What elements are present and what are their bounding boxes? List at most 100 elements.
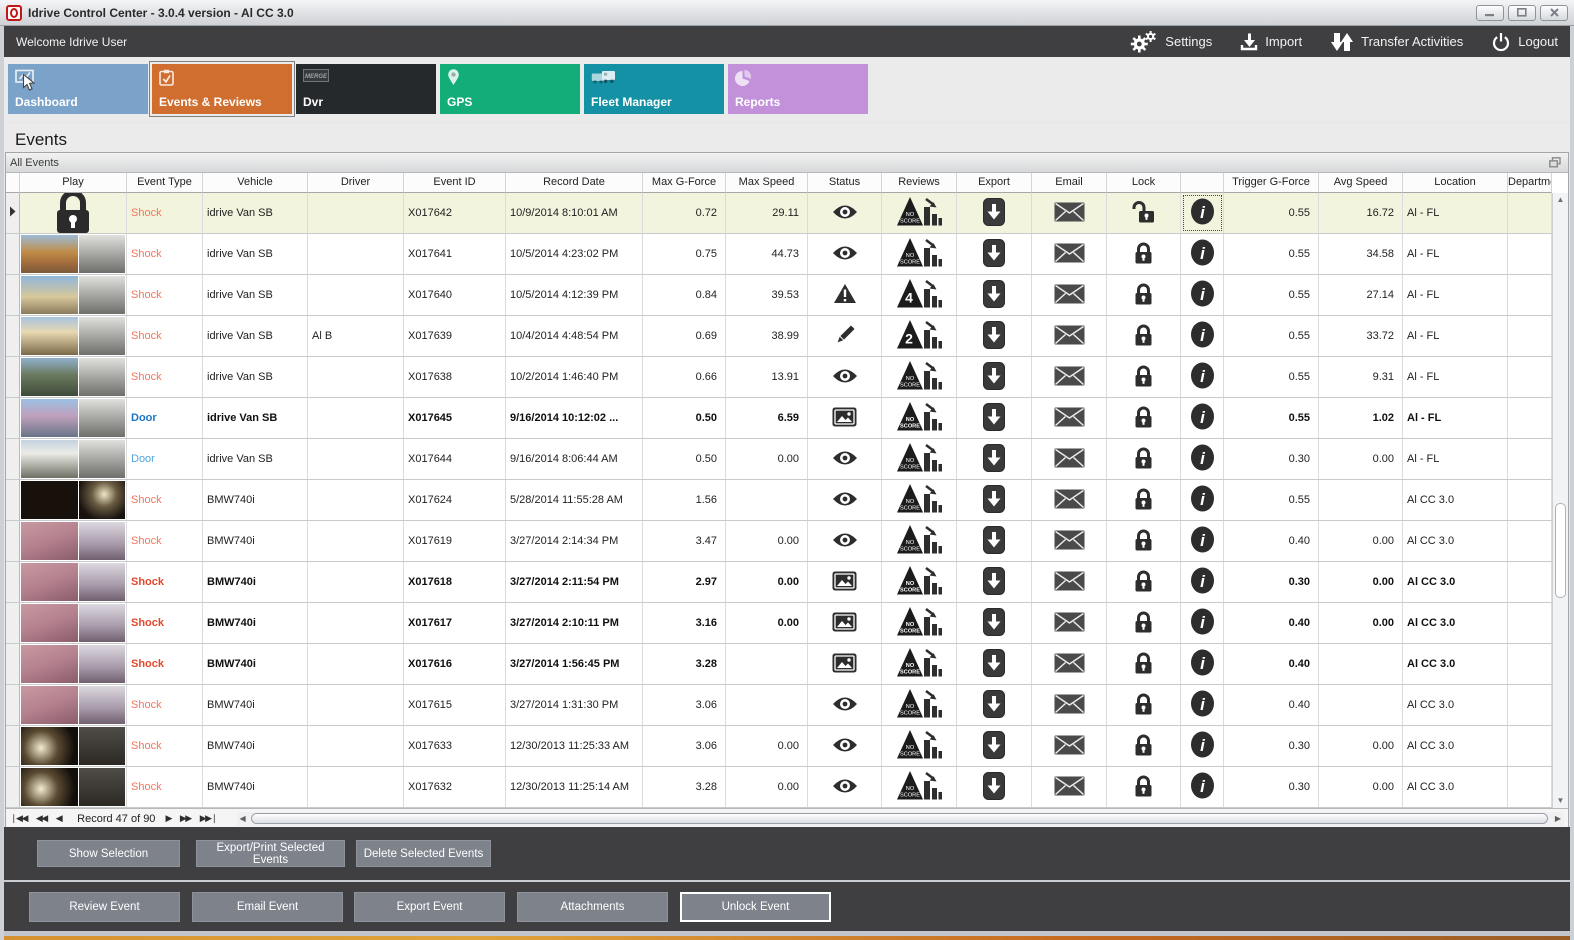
- info-cell[interactable]: i: [1181, 193, 1224, 233]
- info-cell[interactable]: i: [1181, 562, 1224, 602]
- reviews-cell[interactable]: NO SCORE: [882, 193, 957, 233]
- lock-cell[interactable]: [1107, 193, 1181, 233]
- play-cell[interactable]: [20, 685, 127, 725]
- row-selector[interactable]: [6, 562, 20, 602]
- lock-cell[interactable]: [1107, 726, 1181, 766]
- lock-cell[interactable]: [1107, 685, 1181, 725]
- export-cell[interactable]: [957, 521, 1032, 561]
- column-header-export[interactable]: Export: [957, 173, 1032, 193]
- attachments-button[interactable]: Attachments: [517, 892, 668, 922]
- horizontal-scrollbar-thumb[interactable]: [250, 812, 1548, 824]
- show-selection-button[interactable]: Show Selection: [37, 840, 180, 867]
- lock-cell[interactable]: [1107, 603, 1181, 643]
- column-header-max_speed[interactable]: Max Speed: [726, 173, 808, 193]
- maximize-button[interactable]: [1508, 4, 1536, 21]
- event-thumbnail[interactable]: [21, 645, 125, 683]
- info-cell[interactable]: i: [1181, 275, 1224, 315]
- column-header-department[interactable]: Department: [1508, 173, 1552, 193]
- vertical-scrollbar[interactable]: ▲ ▼: [1552, 193, 1568, 808]
- export-cell[interactable]: [957, 603, 1032, 643]
- lock-cell[interactable]: [1107, 357, 1181, 397]
- row-selector[interactable]: [6, 726, 20, 766]
- table-row[interactable]: Shock idrive Van SB X017638 10/2/2014 1:46:…: [6, 357, 1568, 398]
- row-selector[interactable]: [6, 603, 20, 643]
- column-header-status[interactable]: Status: [808, 173, 882, 193]
- column-header-email[interactable]: Email: [1032, 173, 1107, 193]
- review-event-button[interactable]: Review Event: [29, 892, 180, 922]
- info-cell[interactable]: i: [1181, 767, 1224, 807]
- reviews-cell[interactable]: NO SCORE: [882, 521, 957, 561]
- table-row[interactable]: Shock BMW740i X017615 3/27/2014 1:31:30 PM 3…: [6, 685, 1568, 726]
- event-thumbnail[interactable]: [21, 727, 125, 765]
- export-cell[interactable]: [957, 234, 1032, 274]
- row-selector[interactable]: [6, 275, 20, 315]
- column-header-location[interactable]: Location: [1403, 173, 1508, 193]
- tile-fleet-manager[interactable]: Fleet Manager: [584, 64, 724, 114]
- column-header-event_id[interactable]: Event ID: [404, 173, 506, 193]
- tile-events-reviews[interactable]: Events & Reviews: [149, 61, 295, 117]
- export-cell[interactable]: [957, 316, 1032, 356]
- play-cell[interactable]: [20, 439, 127, 479]
- play-cell[interactable]: [20, 726, 127, 766]
- lock-cell[interactable]: [1107, 767, 1181, 807]
- tile-dashboard[interactable]: Dashboard: [8, 64, 148, 114]
- info-cell[interactable]: i: [1181, 357, 1224, 397]
- scroll-right-icon[interactable]: ▶: [1552, 812, 1564, 826]
- info-cell[interactable]: i: [1181, 398, 1224, 438]
- play-cell[interactable]: [20, 644, 127, 684]
- play-cell[interactable]: [20, 275, 127, 315]
- column-header-info[interactable]: [1181, 173, 1224, 193]
- column-header-reviews[interactable]: Reviews: [882, 173, 957, 193]
- event-thumbnail[interactable]: [21, 440, 125, 478]
- close-button[interactable]: [1540, 4, 1568, 21]
- export-cell[interactable]: [957, 685, 1032, 725]
- row-selector[interactable]: [6, 521, 20, 561]
- export-cell[interactable]: [957, 398, 1032, 438]
- lock-cell[interactable]: [1107, 316, 1181, 356]
- row-selector[interactable]: [6, 644, 20, 684]
- minimize-button[interactable]: [1476, 4, 1504, 21]
- event-thumbnail[interactable]: [21, 358, 125, 396]
- play-cell[interactable]: [20, 562, 127, 602]
- tile-reports[interactable]: Reports: [728, 64, 868, 114]
- event-thumbnail[interactable]: [21, 768, 125, 806]
- scroll-left-icon[interactable]: ◀: [237, 812, 249, 826]
- play-cell[interactable]: [20, 480, 127, 520]
- row-selector[interactable]: [6, 480, 20, 520]
- reviews-cell[interactable]: NO SCORE: [882, 234, 957, 274]
- table-row[interactable]: Shock idrive Van SB X017642 10/9/2014 8:10:…: [6, 193, 1568, 234]
- prev-record-button[interactable]: ◀: [56, 813, 63, 824]
- panel-restore-icon[interactable]: [1549, 157, 1564, 168]
- column-header-event_type[interactable]: Event Type: [127, 173, 203, 193]
- export-print-selected-events-button[interactable]: Export/Print Selected Events: [196, 840, 345, 867]
- logout-button[interactable]: Logout: [1491, 32, 1558, 52]
- info-cell[interactable]: i: [1181, 521, 1224, 561]
- email-cell[interactable]: [1032, 398, 1107, 438]
- export-cell[interactable]: [957, 439, 1032, 479]
- table-row[interactable]: Shock BMW740i X017624 5/28/2014 11:55:28 AM…: [6, 480, 1568, 521]
- info-cell[interactable]: i: [1181, 644, 1224, 684]
- tile-gps[interactable]: GPS: [440, 64, 580, 114]
- export-cell[interactable]: [957, 726, 1032, 766]
- email-cell[interactable]: [1032, 726, 1107, 766]
- play-cell[interactable]: [20, 398, 127, 438]
- play-cell[interactable]: [20, 603, 127, 643]
- delete-selected-events-button[interactable]: Delete Selected Events: [356, 840, 491, 867]
- export-cell[interactable]: [957, 275, 1032, 315]
- reviews-cell[interactable]: NO SCORE: [882, 480, 957, 520]
- reviews-cell[interactable]: 4: [882, 275, 957, 315]
- column-header-record_date[interactable]: Record Date: [506, 173, 643, 193]
- event-thumbnail[interactable]: [21, 686, 125, 724]
- tile-dvr[interactable]: MERGE Dvr: [296, 64, 436, 114]
- column-header-max_g[interactable]: Max G-Force: [643, 173, 726, 193]
- export-cell[interactable]: [957, 357, 1032, 397]
- lock-cell[interactable]: [1107, 398, 1181, 438]
- email-cell[interactable]: [1032, 521, 1107, 561]
- reviews-cell[interactable]: 2: [882, 316, 957, 356]
- row-selector[interactable]: [6, 234, 20, 274]
- next-record-button[interactable]: ▶: [165, 813, 172, 824]
- last-record-button[interactable]: ▶▶❘: [200, 813, 218, 824]
- lock-cell[interactable]: [1107, 644, 1181, 684]
- table-row[interactable]: Shock BMW740i X017619 3/27/2014 2:14:34 PM 3…: [6, 521, 1568, 562]
- info-cell[interactable]: i: [1181, 316, 1224, 356]
